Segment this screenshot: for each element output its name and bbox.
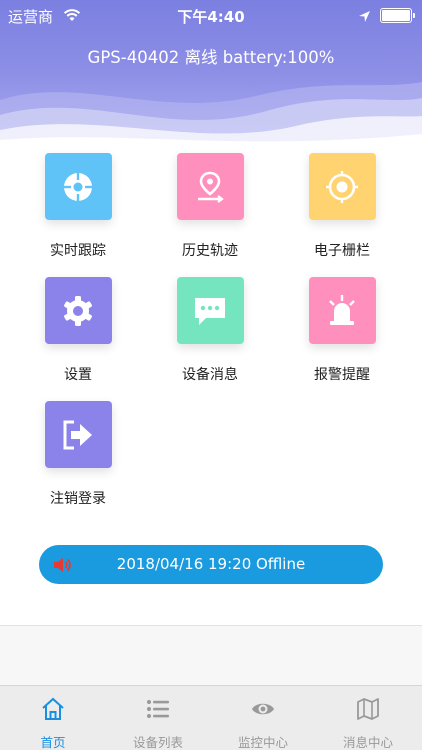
route-pin-icon — [176, 153, 244, 220]
menu-geofence[interactable]: 电子栅栏 — [287, 153, 397, 260]
menu-alarm-reminder[interactable]: 报警提醒 — [287, 277, 397, 384]
offline-alert-banner[interactable]: 2018/04/16 19:20 Offline — [39, 545, 383, 584]
tab-label: 设备列表 — [132, 735, 183, 750]
menu-label: 电子栅栏 — [314, 243, 370, 259]
menu-label: 注销登录 — [50, 491, 106, 507]
tab-bar: 首页 设备列表 监控中心 消息中心 — [0, 685, 422, 750]
tab-label: 监控中心 — [237, 735, 288, 750]
device-status-title: GPS-40402 离线 battery:100% — [87, 48, 335, 67]
status-bar: 运营商 下午4:40 — [0, 0, 422, 32]
chat-bubble-icon — [176, 277, 244, 344]
map-icon — [315, 696, 421, 722]
tab-message-center[interactable]: 消息中心 — [315, 686, 421, 750]
gear-icon — [44, 277, 112, 344]
location-arrow-icon — [358, 8, 371, 27]
geofence-target-icon — [308, 153, 376, 220]
list-icon — [105, 696, 211, 722]
logout-icon — [44, 401, 112, 468]
menu-label: 实时跟踪 — [50, 243, 106, 259]
menu-label: 报警提醒 — [314, 367, 370, 383]
home-icon — [0, 696, 106, 722]
menu-device-messages[interactable]: 设备消息 — [155, 277, 265, 384]
tab-home[interactable]: 首页 — [0, 686, 106, 750]
tab-label: 消息中心 — [342, 735, 393, 750]
menu-label: 设备消息 — [182, 367, 238, 383]
header: 运营商 下午4:40 GPS-40402 离线 battery:100% — [0, 0, 422, 145]
menu-history-track[interactable]: 历史轨迹 — [155, 153, 265, 260]
alert-text: 2018/04/16 19:20 Offline — [116, 555, 306, 573]
menu-label: 历史轨迹 — [182, 243, 238, 259]
battery-icon — [380, 8, 415, 23]
menu-realtime-tracking[interactable]: 实时跟踪 — [23, 153, 133, 260]
eye-icon — [210, 696, 316, 722]
tab-monitor-center[interactable]: 监控中心 — [210, 686, 316, 750]
empty-area — [0, 626, 422, 686]
tab-label: 首页 — [40, 735, 66, 750]
tab-device-list[interactable]: 设备列表 — [105, 686, 211, 750]
menu-logout[interactable]: 注销登录 — [23, 401, 133, 508]
wave-decoration — [0, 82, 422, 145]
menu-settings[interactable]: 设置 — [23, 277, 133, 384]
alarm-siren-icon — [308, 277, 376, 344]
menu-label: 设置 — [64, 367, 92, 383]
crosshair-icon — [44, 153, 112, 220]
